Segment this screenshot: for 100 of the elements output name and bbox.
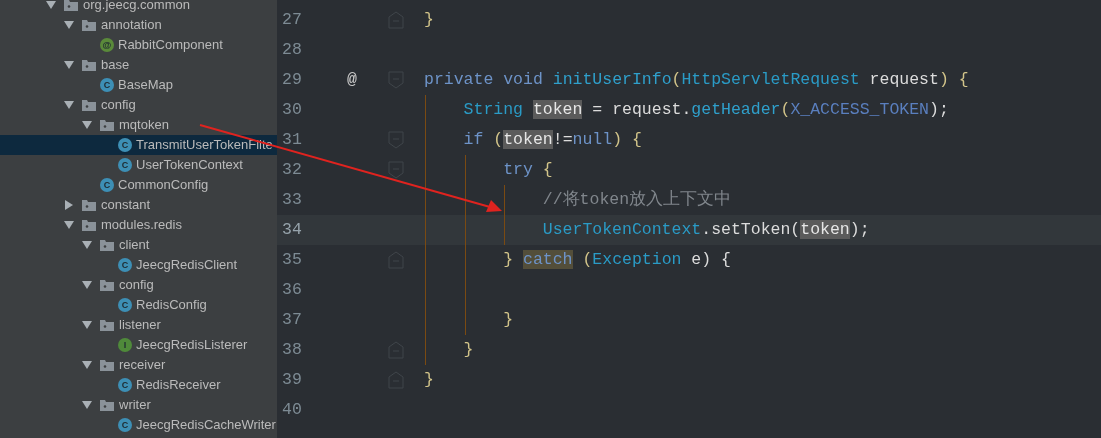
tree-item-label: receiver: [119, 356, 166, 375]
tree-item[interactable]: constant: [0, 195, 277, 215]
code-text: String token = request.getHeader(X_ACCESS_TOKEN);: [463, 98, 949, 121]
tree-item-label: JeecgRedisClient: [136, 256, 238, 275]
code-text: }: [503, 308, 514, 331]
folder-icon: [82, 219, 96, 231]
collapse-arrow-icon[interactable]: [82, 320, 92, 330]
class-icon: C: [118, 138, 132, 152]
collapse-arrow-icon[interactable]: [64, 20, 74, 30]
line-number: 32: [281, 158, 303, 181]
class-icon: C: [118, 298, 132, 312]
folder-icon: [82, 59, 96, 71]
collapse-arrow-icon[interactable]: [82, 240, 92, 250]
fold-marker-icon[interactable]: [388, 251, 404, 269]
tree-item[interactable]: I JeecgRedisListerer: [0, 335, 277, 355]
tree-item[interactable]: @ RabbitComponent: [0, 35, 277, 55]
folder-icon: [82, 199, 96, 211]
folder-icon: [100, 119, 114, 131]
tree-item[interactable]: base: [0, 55, 277, 75]
collapse-arrow-icon[interactable]: [82, 400, 92, 410]
line-number: 29: [281, 68, 303, 91]
fold-marker-icon[interactable]: [388, 161, 404, 179]
folder-icon: [100, 399, 114, 411]
tree-item[interactable]: receiver: [0, 355, 277, 375]
code-text: private void initUserInfo(HttpServletRequest request) {: [424, 68, 969, 91]
tree-item-label: constant: [101, 196, 151, 215]
tree-item[interactable]: C UserTokenContext: [0, 155, 277, 175]
tree-item[interactable]: annotation: [0, 15, 277, 35]
tree-item-label: config: [101, 96, 136, 115]
tree-item-label: base: [101, 56, 130, 75]
code-text: }: [424, 8, 434, 31]
override-marker: @: [347, 68, 357, 91]
code-text: //将token放入上下文中: [542, 188, 732, 211]
tree-item[interactable]: C JeecgRedisCacheWriter: [0, 415, 277, 435]
tree-item[interactable]: modules.redis: [0, 215, 277, 235]
folder-icon: [100, 359, 114, 371]
line-number: 40: [281, 398, 303, 421]
class-icon: C: [118, 378, 132, 392]
collapse-arrow-icon[interactable]: [64, 220, 74, 230]
collapse-arrow-icon[interactable]: [82, 360, 92, 370]
tree-item[interactable]: C RedisConfig: [0, 295, 277, 315]
folder-icon: [82, 99, 96, 111]
collapse-arrow-icon[interactable]: [64, 60, 74, 70]
tree-item[interactable]: client: [0, 235, 277, 255]
tree-item-label: UserTokenContext: [136, 156, 243, 175]
tree-item-label: org.jeecg.common: [83, 0, 190, 15]
line-number: 38: [281, 338, 303, 361]
class-icon: C: [118, 258, 132, 272]
tree-item[interactable]: C BaseMap: [0, 75, 277, 95]
code-text: UserTokenContext.setToken(token);: [542, 218, 870, 241]
code-text: }: [424, 368, 434, 391]
tree-item-label: JeecgRedisListerer: [136, 336, 248, 355]
tree-item[interactable]: writer: [0, 395, 277, 415]
line-number: 31: [281, 128, 303, 151]
collapse-arrow-icon[interactable]: [46, 0, 56, 10]
tree-item-label: CommonConfig: [118, 176, 209, 195]
tree-item[interactable]: C TransmitUserTokenFilte: [0, 135, 277, 155]
tree-item-label: client: [119, 236, 150, 255]
tree-item-label: mqtoken: [119, 116, 169, 135]
code-text: try {: [503, 158, 553, 181]
expand-arrow-icon[interactable]: [64, 200, 74, 210]
tree-item[interactable]: C CommonConfig: [0, 175, 277, 195]
tree-item[interactable]: listener: [0, 315, 277, 335]
line-number: 39: [281, 368, 303, 391]
collapse-arrow-icon[interactable]: [64, 100, 74, 110]
tree-item-label: TransmitUserTokenFilte: [136, 136, 273, 155]
tree-item-label: listener: [119, 316, 161, 335]
collapse-arrow-icon[interactable]: [82, 280, 92, 290]
tree-item[interactable]: C JeecgRedisClient: [0, 255, 277, 275]
tree-item[interactable]: mqtoken: [0, 115, 277, 135]
folder-icon: [100, 319, 114, 331]
tree-item-label: BaseMap: [118, 76, 173, 95]
line-number: 33: [281, 188, 303, 211]
line-number: 27: [281, 8, 303, 31]
folder-icon: [100, 279, 114, 291]
tree-item[interactable]: org.jeecg.common: [0, 0, 277, 15]
annotation-icon: @: [100, 38, 114, 52]
code-text: } catch (Exception e) {: [503, 248, 731, 271]
tree-item-label: RedisReceiver: [136, 376, 221, 395]
code-text: }: [463, 338, 474, 361]
line-number: 30: [281, 98, 303, 121]
collapse-arrow-icon[interactable]: [82, 120, 92, 130]
tree-item-label: modules.redis: [101, 216, 182, 235]
class-icon: C: [100, 78, 114, 92]
tree-item-label: writer: [119, 396, 151, 415]
code-text: if (token!=null) {: [463, 128, 642, 151]
interface-icon: I: [118, 338, 132, 352]
tree-item[interactable]: config: [0, 275, 277, 295]
class-icon: C: [118, 418, 132, 432]
folder-icon: [82, 19, 96, 31]
line-number: 37: [281, 308, 303, 331]
tree-item-label: JeecgRedisCacheWriter: [136, 416, 276, 435]
class-icon: C: [118, 158, 132, 172]
tree-item[interactable]: C RedisReceiver: [0, 375, 277, 395]
line-number: 28: [281, 38, 303, 61]
class-icon: C: [100, 178, 114, 192]
tree-item-label: RedisConfig: [136, 296, 207, 315]
tree-item-label: annotation: [101, 16, 162, 35]
tree-item[interactable]: config: [0, 95, 277, 115]
folder-icon: [100, 239, 114, 251]
